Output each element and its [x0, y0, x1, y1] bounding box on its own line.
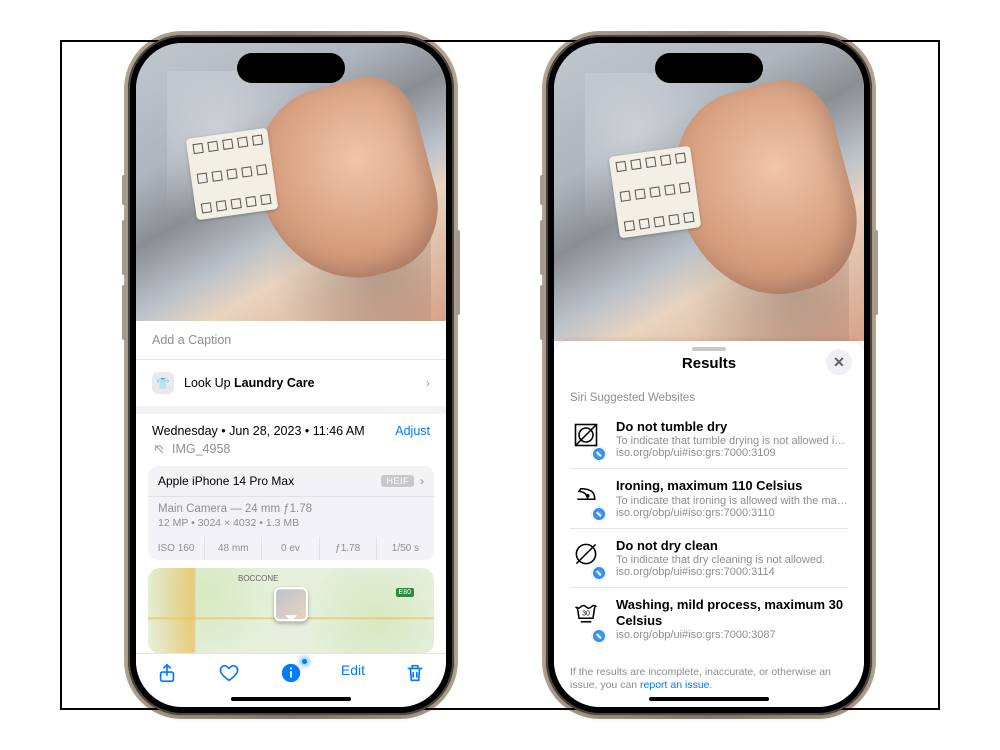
- safari-icon: [592, 629, 606, 643]
- exif-grid: ISO 160 48 mm 0 ev ƒ1.78 1/50 s: [148, 537, 434, 560]
- mute-switch[interactable]: [540, 175, 544, 205]
- volume-down-button[interactable]: [540, 285, 544, 340]
- photo-preview[interactable]: [554, 43, 864, 341]
- iphone-right: Results ✕ Siri Suggested Websites Do not…: [546, 35, 872, 715]
- home-indicator[interactable]: [649, 697, 769, 701]
- not-synced-icon: [152, 442, 166, 456]
- dynamic-island[interactable]: [237, 53, 345, 83]
- report-issue-link[interactable]: report an issue: [640, 679, 709, 691]
- lookup-prefix: Look Up: [184, 376, 234, 390]
- close-icon: ✕: [833, 354, 845, 371]
- power-button[interactable]: [456, 230, 460, 315]
- exif-ev: 0 ev: [262, 537, 319, 560]
- home-indicator[interactable]: [231, 697, 351, 701]
- svg-text:30: 30: [582, 610, 590, 617]
- result-url: iso.org/obp/ui#iso:grs:7000:3087: [616, 629, 848, 641]
- caption-field[interactable]: Add a Caption: [136, 321, 446, 360]
- volume-down-button[interactable]: [122, 285, 126, 340]
- camera-lens-line: Main Camera — 24 mm ƒ1.78: [148, 497, 434, 515]
- volume-up-button[interactable]: [540, 220, 544, 275]
- dynamic-island[interactable]: [655, 53, 763, 83]
- result-desc: To indicate that dry cleaning is not all…: [616, 554, 848, 566]
- do-not-dry-clean-icon: [570, 540, 602, 578]
- adjust-button[interactable]: Adjust: [395, 424, 430, 438]
- map-locality-label: BOCCONE: [238, 574, 278, 583]
- care-label-in-photo: [186, 128, 279, 221]
- volume-up-button[interactable]: [122, 220, 126, 275]
- result-url: iso.org/obp/ui#iso:grs:7000:3110: [616, 507, 848, 519]
- result-title: Washing, mild process, maximum 30 Celsiu…: [616, 597, 848, 630]
- map-road-badge: E80: [396, 588, 414, 597]
- results-title: Results: [682, 355, 736, 372]
- photo-filename: IMG_4958: [172, 442, 230, 456]
- chevron-right-icon: ›: [420, 474, 424, 488]
- care-label-in-photo: [609, 146, 702, 239]
- result-row[interactable]: 30 Washing, mild process, maximum 30 Cel…: [570, 588, 848, 651]
- safari-icon: [592, 507, 606, 521]
- result-url: iso.org/obp/ui#iso:grs:7000:3109: [616, 447, 848, 459]
- favorite-button[interactable]: [207, 662, 251, 687]
- edit-button[interactable]: Edit: [331, 662, 375, 678]
- mute-switch[interactable]: [122, 175, 126, 205]
- result-title: Ironing, maximum 110 Celsius: [616, 478, 848, 494]
- result-title: Do not dry clean: [616, 538, 848, 554]
- delete-button[interactable]: [393, 662, 437, 687]
- close-button[interactable]: ✕: [826, 349, 852, 375]
- power-button[interactable]: [874, 230, 878, 315]
- results-section-header: Siri Suggested Websites: [554, 386, 864, 410]
- chevron-right-icon: ›: [426, 376, 430, 390]
- result-row[interactable]: Ironing, maximum 110 Celsius To indicate…: [570, 469, 848, 528]
- safari-icon: [592, 447, 606, 461]
- visual-lookup-info-button[interactable]: [269, 662, 313, 687]
- results-sheet: Results ✕ Siri Suggested Websites Do not…: [554, 341, 864, 707]
- result-title: Do not tumble dry: [616, 419, 848, 435]
- iphone-left: Add a Caption 👕 Look Up Laundry Care › W…: [128, 35, 454, 715]
- result-desc: To indicate that ironing is allowed with…: [616, 495, 848, 507]
- visual-lookup-row[interactable]: 👕 Look Up Laundry Care ›: [136, 360, 446, 414]
- camera-specs-line: 12 MP • 3024 × 4032 • 1.3 MB: [148, 515, 434, 537]
- map-pin-thumbnail: [274, 587, 308, 621]
- capture-datetime: Wednesday • Jun 28, 2023 • 11:46 AM: [152, 424, 365, 438]
- device-model: Apple iPhone 14 Pro Max: [158, 474, 294, 488]
- exif-iso: ISO 160: [148, 537, 205, 560]
- laundry-care-icon: 👕: [152, 372, 174, 394]
- result-url: iso.org/obp/ui#iso:grs:7000:3114: [616, 566, 848, 578]
- exif-focal: 48 mm: [205, 537, 262, 560]
- photo-preview[interactable]: [136, 43, 446, 321]
- location-map[interactable]: BOCCONE E80: [148, 568, 434, 654]
- result-row[interactable]: Do not tumble dry To indicate that tumbl…: [570, 410, 848, 469]
- format-badge: HEIF: [381, 475, 414, 487]
- iron-one-dot-icon: [570, 480, 602, 518]
- lookup-subject: Laundry Care: [234, 376, 315, 390]
- exif-shutter: 1/50 s: [377, 537, 434, 560]
- result-desc: To indicate that tumble drying is not al…: [616, 435, 848, 447]
- result-row[interactable]: Do not dry clean To indicate that dry cl…: [570, 529, 848, 588]
- exif-aperture: ƒ1.78: [320, 537, 377, 560]
- share-button[interactable]: [145, 662, 189, 687]
- do-not-tumble-dry-icon: [570, 421, 602, 459]
- safari-icon: [592, 566, 606, 580]
- wash-30-mild-icon: 30: [570, 599, 602, 642]
- camera-info-card[interactable]: Apple iPhone 14 Pro Max HEIF › Main Came…: [148, 466, 434, 560]
- screenshot-outer-frame: Add a Caption 👕 Look Up Laundry Care › W…: [60, 40, 940, 710]
